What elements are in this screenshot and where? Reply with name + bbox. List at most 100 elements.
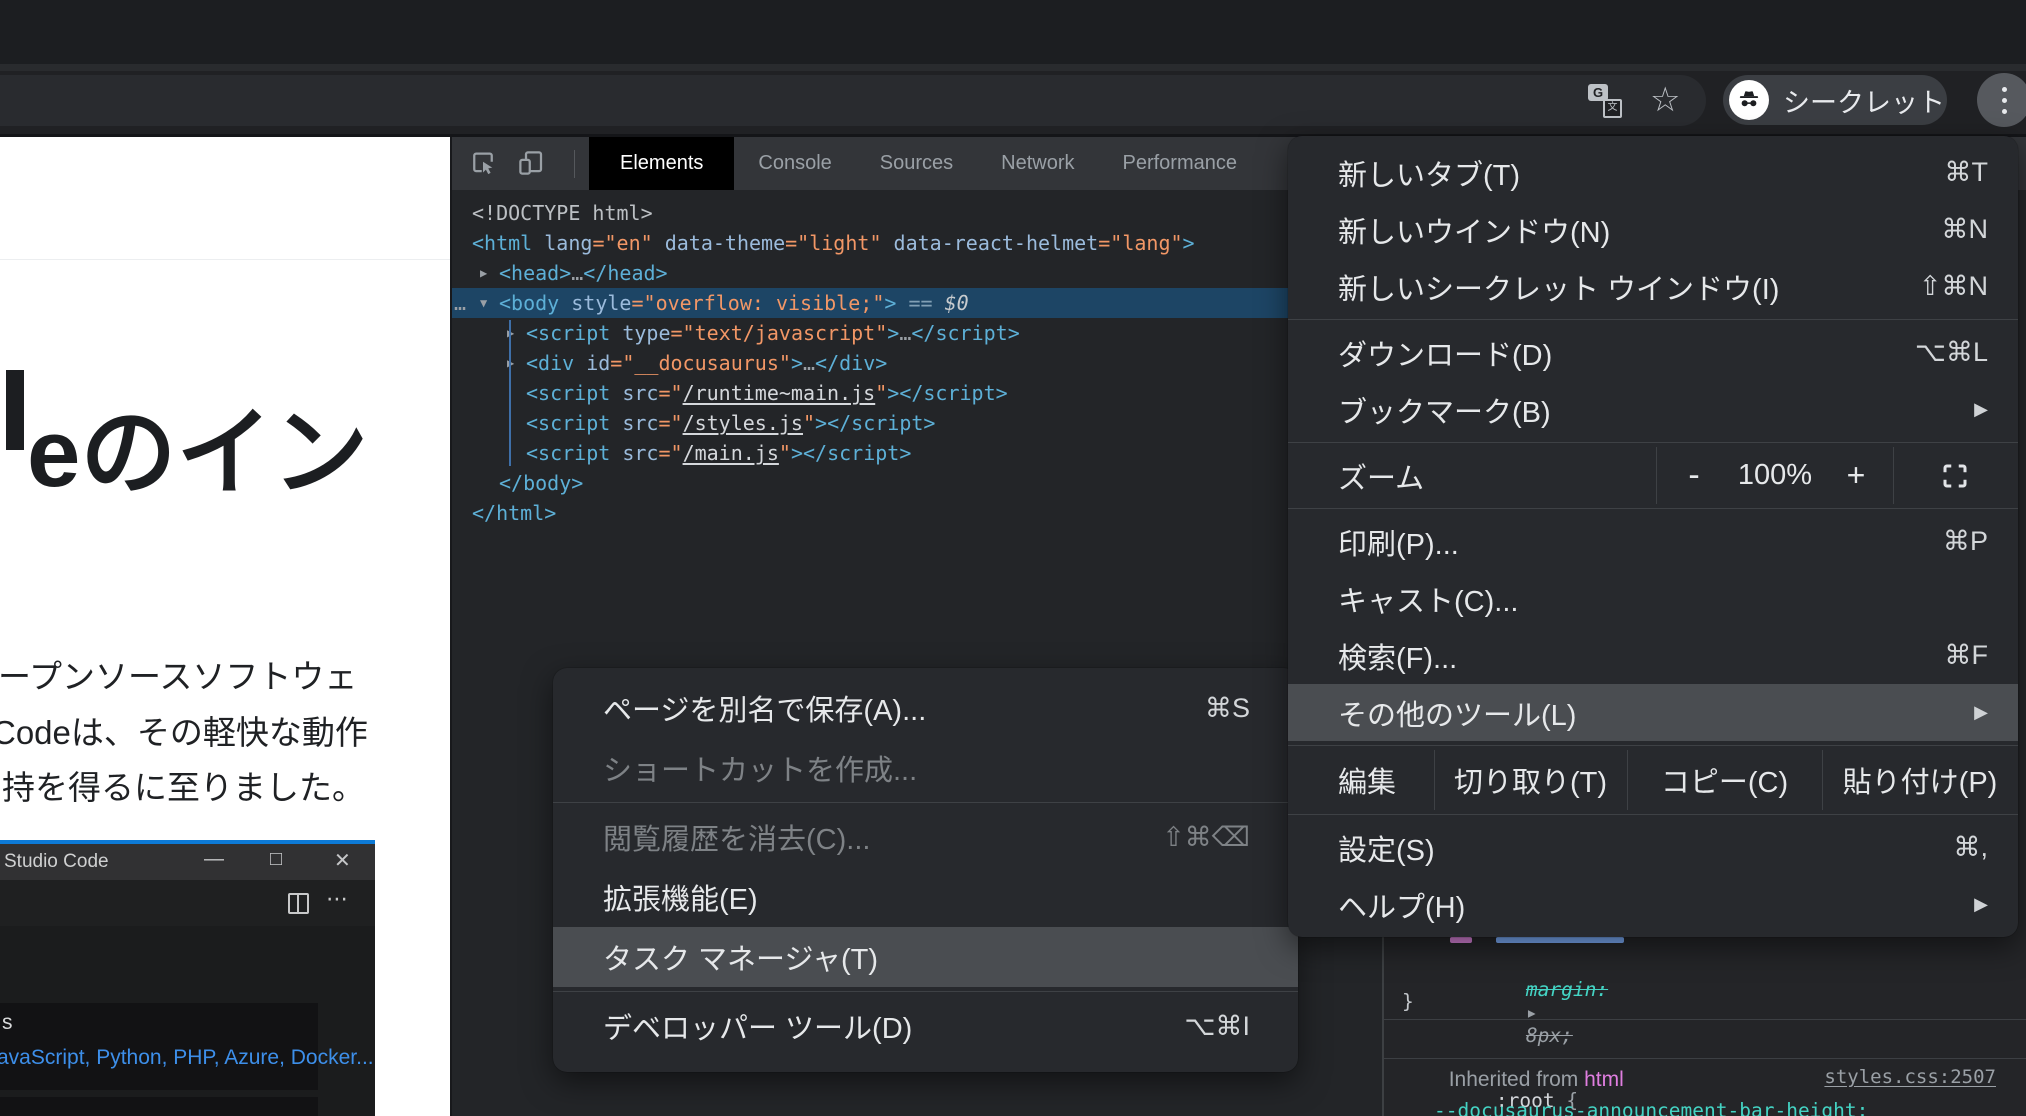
split-editor-icon [288,893,309,914]
menu-item-shortcut: ⇧⌘N [1919,271,1988,302]
devtools-tab-network[interactable]: Network [977,137,1098,190]
menu-item: 閲覧履歴を消去(C)...⇧⌘⌫ [553,807,1298,867]
dom-node-row[interactable]: <html lang="en" data-theme="light" data-… [452,228,1382,258]
vscode-welcome-card [0,1097,318,1116]
menu-item-label: ブックマーク(B) [1338,389,1974,431]
dom-node-markup: <head>…</head> [499,258,668,288]
menu-item-shortcut: ⌘N [1942,214,1989,245]
dom-node-markup: <script src="/styles.js"></script> [526,408,935,438]
menu-item-label: その他のツール(L) [1338,692,1974,734]
menu-divider [1288,745,2018,746]
menu-item[interactable]: キャスト(C)... [1288,570,2018,627]
dom-node-row[interactable]: <script src="/styles.js"></script> [452,408,1382,438]
translate-icon[interactable]: G 文 [1588,84,1622,118]
card-heading-fragment: s [2,1011,13,1035]
dom-node-row[interactable]: </html> [452,498,1382,528]
zoom-out-button[interactable]: - [1674,447,1714,504]
devtools-tab-elements[interactable]: Elements [589,137,734,190]
zoom-in-button[interactable]: + [1836,447,1876,504]
menu-vertical-separator [1893,447,1894,504]
dom-node-row[interactable]: <!DOCTYPE html> [452,198,1382,228]
menu-item[interactable]: 設定(S)⌘, [1288,819,2018,876]
site-navbar [0,137,450,260]
submenu-arrow-icon: ▶ [1974,702,1988,723]
menu-item[interactable]: タスク マネージャ(T) [553,927,1298,987]
inspect-element-icon[interactable] [468,148,498,178]
fullscreen-icon[interactable] [1933,447,1977,504]
dom-node-row[interactable]: <script src="/runtime~main.js"></script> [452,378,1382,408]
menu-item[interactable]: ブックマーク(B)▶ [1288,381,2018,438]
paragraph-line: Codeは、その軽快な動作 [0,706,368,754]
menu-item[interactable]: 拡張機能(E) [553,867,1298,927]
dom-node-row[interactable]: <script src="/main.js"></script> [452,438,1382,468]
menu-item-label: 新しいウインドウ(N) [1338,209,1912,251]
webpage-viewport: eのイン ープンソースソフトウェ Codeは、その軽快な動作 持を得るに至りまし… [0,137,450,1116]
dom-node-row-selected[interactable]: …▼<body style="overflow: visible;"> == $… [452,288,1382,318]
zoom-level-value[interactable]: 100% [1716,447,1834,504]
menu-item[interactable]: デベロッパー ツール(D)⌥⌘I [553,996,1298,1056]
menu-item-label: 検索(F)... [1338,635,1915,677]
menu-item[interactable]: 新しいシークレット ウインドウ(I) ⇧⌘N [1288,258,2018,315]
inherited-node-link[interactable]: html [1584,1068,1624,1091]
vscode-editor-toolbar: ⋯ [0,880,375,926]
menu-item-shortcut: ⌘P [1943,526,1988,557]
menu-item[interactable]: 編集切り取り(T)コピー(C)貼り付け(P) [1288,750,2018,810]
dom-node-markup: <script src="/main.js"></script> [526,438,911,468]
menu-item-label: ヘルプ(H) [1338,884,1974,926]
dom-node-row[interactable]: ▶<div id="__docusaurus">…</div> [452,348,1382,378]
translate-icon-char: 文 [1603,99,1622,118]
children-indent-guide [509,320,511,466]
bookmark-star-icon[interactable]: ☆ [1650,80,1680,120]
expand-arrow-icon[interactable]: ▶ [480,258,487,288]
menu-item-label: タスク マネージャ(T) [603,936,1250,978]
edit-action-button[interactable]: 貼り付け(P) [1822,750,2018,810]
css-custom-property: --docusaurus-announcement-bar-height: [1434,1099,1868,1116]
edit-label: 編集 [1338,759,1396,801]
tabstrip-separator [0,64,2026,71]
hidden-children-dots: … [454,288,466,318]
menu-divider [1288,814,2018,815]
menu-item[interactable]: ページを別名で保存(A)...⌘S [553,678,1298,738]
dom-node-row[interactable]: ▶ <head>…</head> [452,258,1382,288]
menu-item[interactable]: ズーム-100%+ [1288,447,2018,504]
menu-item-shortcut: ⌥⌘L [1915,337,1988,368]
vscode-screenshot-image: Studio Code — □ ✕ ⋯ s avaScript, Python,… [0,840,375,1116]
dom-node-markup: </body> [499,468,583,498]
menu-item[interactable]: 新しいタブ(T) ⌘T [1288,144,2018,201]
edit-action-button[interactable]: 切り取り(T) [1434,750,1627,810]
menu-divider [1288,508,2018,509]
dom-node-row[interactable]: </body> [452,468,1382,498]
paragraph-line: ープンソースソフトウェ [0,650,357,698]
menu-item-shortcut: ⌘, [1953,832,1988,863]
collapse-arrow-icon[interactable]: ▼ [480,288,487,318]
menu-item-shortcut: ⌘T [1945,157,1989,188]
vscode-title: Studio Code [4,851,109,873]
browser-menu-button[interactable] [1977,73,2026,127]
menu-divider [1288,442,2018,443]
dom-node-markup: <!DOCTYPE html> [472,198,653,228]
menu-divider [1288,319,2018,320]
dom-node-markup: <html lang="en" data-theme="light" data-… [472,228,1195,258]
menu-item[interactable]: 印刷(P)...⌘P [1288,513,2018,570]
menu-item[interactable]: 検索(F)... ⌘F [1288,627,2018,684]
menu-item[interactable]: その他のツール(L)▶ [1288,684,2018,741]
clipped-style-row [1450,937,1472,943]
address-bar[interactable] [0,75,1706,126]
device-toolbar-icon[interactable] [516,148,546,178]
menu-item[interactable]: ダウンロード(D)⌥⌘L [1288,324,2018,381]
menu-item[interactable]: 新しいウインドウ(N) ⌘N [1288,201,2018,258]
elements-tree: <!DOCTYPE html><html lang="en" data-them… [452,198,1382,528]
devtools-tab-console[interactable]: Console [734,137,855,190]
more-actions-icon: ⋯ [326,886,348,912]
menu-item[interactable]: ヘルプ(H)▶ [1288,876,2018,933]
screenshot-stage: G 文 ☆ シークレット eのイン ープンソースソフトウェ Codeは、その軽快… [0,0,2026,1116]
stylesheet-source-link[interactable]: styles.css:2507 [1824,1066,1996,1088]
devtools-tab-sources[interactable]: Sources [856,137,977,190]
devtools-tab-performance[interactable]: Performance [1099,137,1262,190]
menu-item-label: 新しいタブ(T) [1338,152,1915,194]
dom-node-row[interactable]: ▶<script type="text/javascript">…</scrip… [452,318,1382,348]
menu-item-label: 新しいシークレット ウインドウ(I) [1338,266,1889,308]
edit-action-button[interactable]: コピー(C) [1627,750,1822,810]
incognito-badge[interactable]: シークレット [1723,75,1947,125]
menu-item-shortcut: ⌘F [1945,640,1989,671]
